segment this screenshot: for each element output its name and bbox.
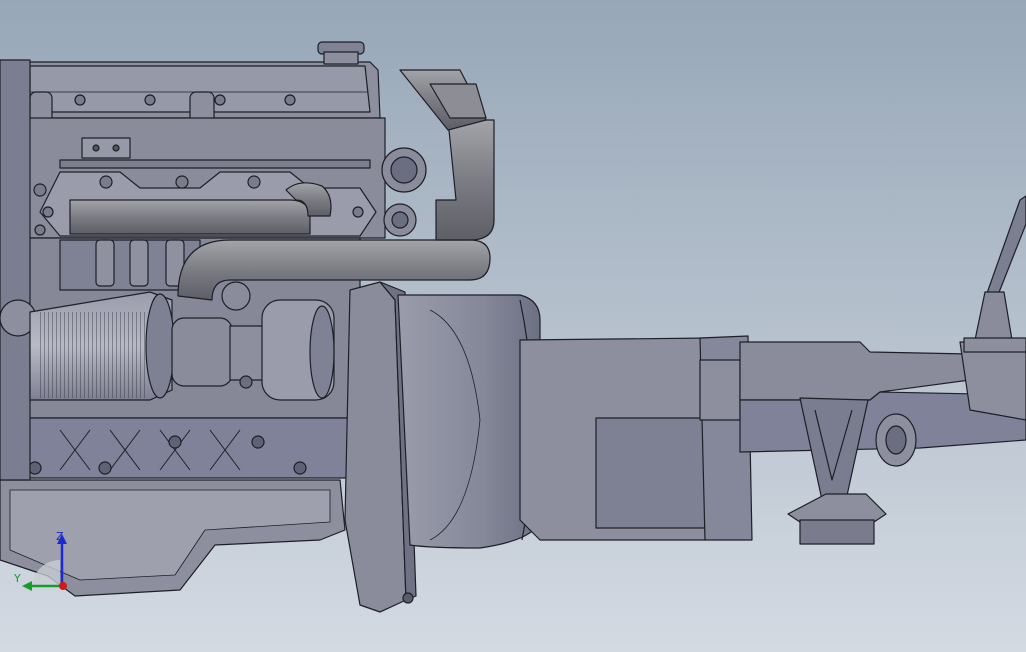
triad-z-label: Z xyxy=(56,530,64,543)
triad-y-label: Y xyxy=(13,572,21,585)
graphics-viewport[interactable]: Z Y xyxy=(0,0,1026,652)
model-canvas[interactable]: Z Y xyxy=(0,0,1026,652)
axis-x-icon xyxy=(59,582,67,590)
gearbox-case[interactable] xyxy=(519,335,753,541)
bell-housing[interactable] xyxy=(397,294,541,549)
air-filter[interactable] xyxy=(29,291,175,401)
